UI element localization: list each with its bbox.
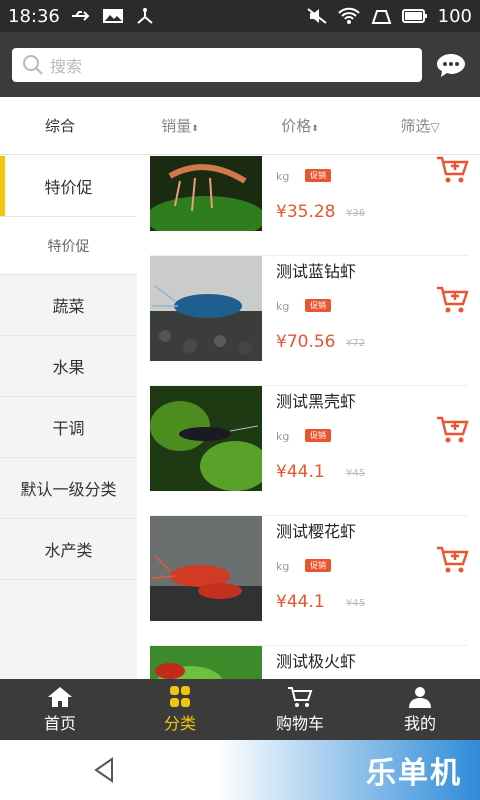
sort-tab-filter[interactable]: 筛选▽: [360, 115, 480, 136]
message-icon[interactable]: [436, 52, 466, 78]
product-image: [150, 256, 262, 361]
battery-level: 100: [437, 5, 472, 27]
product-original-price: ¥36: [346, 208, 366, 219]
add-to-cart-icon[interactable]: [435, 284, 469, 314]
sidebar-item-label: 干调: [52, 419, 85, 438]
sidebar-item-dry-seasonings[interactable]: 干调: [0, 397, 137, 458]
product-original-price: ¥72: [346, 338, 366, 349]
tab-cart[interactable]: 购物车: [240, 679, 360, 740]
promo-badge: 促销: [305, 429, 331, 442]
sidebar-item-label: 水产类: [44, 541, 93, 560]
sidebar-item-default-category[interactable]: 默认一级分类: [0, 458, 137, 519]
share-icon: [137, 8, 153, 24]
category-grid-icon: [170, 685, 190, 707]
sort-bar: 综合 销量⬍ 价格⬍ 筛选▽: [0, 97, 480, 155]
sidebar-item-label: 特价促: [47, 238, 90, 255]
sort-tab-comprehensive[interactable]: 综合: [0, 115, 120, 136]
tab-label: 我的: [403, 713, 436, 733]
sort-tab-price[interactable]: 价格⬍: [240, 115, 360, 136]
tab-label: 购物车: [275, 713, 324, 733]
product-image: [150, 516, 262, 621]
sort-label: 综合: [44, 117, 75, 135]
sidebar-item-label: 蔬菜: [52, 297, 85, 316]
header: 搜索: [0, 32, 480, 97]
sort-label: 销量: [161, 117, 192, 135]
sort-label: 筛选: [400, 117, 431, 135]
user-icon: [409, 686, 431, 708]
sort-label: 价格: [281, 117, 312, 135]
product-name: 测试蓝钻虾: [276, 262, 357, 281]
product-unit: kg: [276, 560, 290, 573]
wifi-icon: [337, 7, 360, 24]
sidebar-item-fruits[interactable]: 水果: [0, 336, 137, 397]
tab-profile[interactable]: 我的: [360, 679, 480, 740]
tab-label: 首页: [43, 713, 76, 733]
system-nav-bar: 乐单机: [0, 740, 480, 800]
add-to-cart-icon[interactable]: [435, 414, 469, 444]
tab-category[interactable]: 分类: [120, 679, 240, 740]
sort-arrows-icon: ⬍: [191, 124, 199, 134]
search-icon: [23, 54, 43, 75]
product-list: kg 促销 ¥35.28 ¥36 测试蓝钻虾 kg 促销 ¥70.56 ¥72: [137, 156, 480, 679]
sort-arrows-icon: ⬍: [311, 124, 319, 134]
product-unit: kg: [276, 170, 290, 183]
cart-icon: [288, 686, 313, 707]
tab-home[interactable]: 首页: [0, 679, 120, 740]
product-price: ¥44.1: [276, 592, 325, 612]
promo-badge: 促销: [305, 169, 331, 182]
product-unit: kg: [276, 430, 290, 443]
product-price: ¥70.56: [276, 332, 336, 352]
product-item[interactable]: kg 促销 ¥35.28 ¥36: [150, 156, 469, 256]
product-image: [150, 386, 262, 491]
sidebar-item-label: 水果: [52, 358, 85, 377]
search-placeholder: 搜索: [50, 56, 83, 76]
status-time: 18:36: [8, 5, 60, 27]
product-item[interactable]: 测试极火虾: [150, 646, 468, 679]
product-original-price: ¥45: [346, 598, 366, 609]
image-icon: [102, 9, 123, 23]
category-sidebar: 特价促 特价促 蔬菜 水果 干调 默认一级分类 水产类: [0, 156, 137, 679]
product-name: 测试极火虾: [276, 652, 357, 671]
promo-badge: 促销: [305, 299, 331, 312]
sidebar-item-aquatic[interactable]: 水产类: [0, 519, 137, 580]
app-root: 18:36 100 搜索 综合 销量⬍ 价格⬍ 筛选▽ 特价促 特价促 蔬菜 水: [0, 0, 480, 800]
mute-icon: [307, 8, 327, 24]
bottom-tab-bar: 首页 分类 购物车 我的: [0, 679, 480, 740]
product-price: ¥44.1: [276, 462, 325, 482]
home-icon: [48, 686, 72, 707]
product-unit: kg: [276, 300, 290, 313]
product-original-price: ¥45: [346, 468, 366, 479]
sort-tab-sales[interactable]: 销量⬍: [120, 115, 240, 136]
search-input[interactable]: 搜索: [12, 47, 422, 82]
tab-label: 分类: [163, 713, 196, 733]
status-bar: 18:36 100: [0, 0, 480, 32]
product-item[interactable]: 测试黑壳虾 kg 促销 ¥44.1 ¥45: [150, 386, 469, 516]
add-to-cart-icon[interactable]: [435, 544, 469, 574]
sidebar-item-label: 特价促: [44, 178, 93, 197]
sidebar-item-special-offer[interactable]: 特价促: [0, 156, 137, 217]
product-image: [150, 646, 262, 679]
promo-badge: 促销: [305, 559, 331, 572]
product-price: ¥35.28: [276, 202, 336, 222]
signal-icon: [371, 10, 392, 24]
usb-icon: [71, 11, 90, 21]
back-icon[interactable]: [90, 756, 118, 784]
filter-icon: ▽: [430, 120, 440, 134]
product-image: [150, 156, 262, 231]
product-item[interactable]: 测试蓝钻虾 kg 促销 ¥70.56 ¥72: [150, 256, 469, 386]
product-item[interactable]: 测试樱花虾 kg 促销 ¥44.1 ¥45: [150, 516, 469, 646]
watermark-brand: 乐单机: [366, 756, 462, 791]
add-to-cart-icon[interactable]: [435, 156, 469, 184]
sidebar-subitem-special-offer[interactable]: 特价促: [0, 217, 137, 275]
sidebar-item-vegetables[interactable]: 蔬菜: [0, 275, 137, 336]
product-name: 测试樱花虾: [276, 522, 357, 541]
battery-icon: [401, 9, 427, 23]
product-name: 测试黑壳虾: [276, 392, 357, 411]
sidebar-item-label: 默认一级分类: [20, 480, 117, 499]
